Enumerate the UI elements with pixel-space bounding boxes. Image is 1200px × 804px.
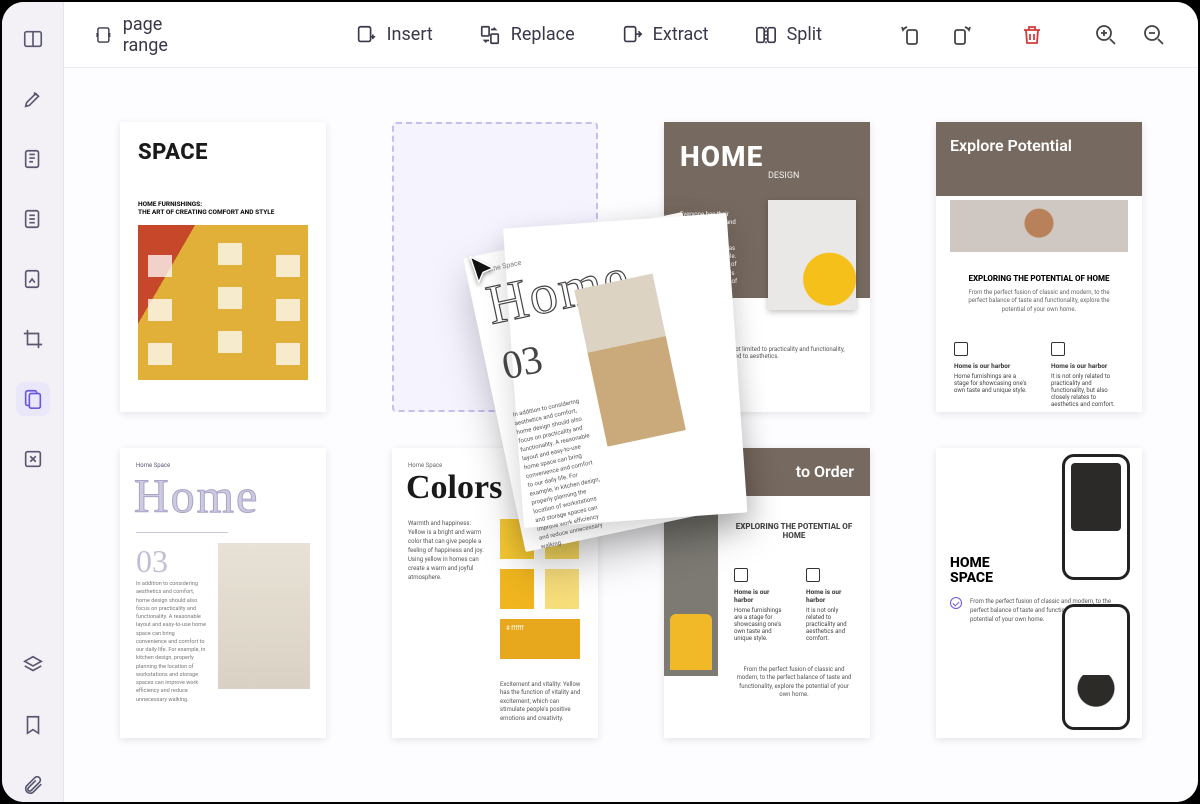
app-frame: page range Insert Replace Extract Split [2,2,1198,802]
rotate-group [898,21,1046,49]
sidebar-edit-icon[interactable] [16,142,50,176]
split-label: Split [787,24,822,45]
page-range-label: page range [123,14,199,56]
split-button[interactable]: Split [755,24,822,46]
p5-label: Home Space [120,448,326,469]
zoom-in-button[interactable] [1092,21,1120,49]
rotate-right-button[interactable] [946,21,974,49]
sidebar-highlight-icon[interactable] [16,82,50,116]
p8-phone-top [1062,454,1130,580]
insert-label: Insert [387,24,433,45]
home-icon [954,342,968,356]
p5-number: 03 [136,543,206,580]
sidebar-organize-icon[interactable] [16,382,50,416]
p6-footer: Excitement and vitality: Yellow has the … [392,663,598,723]
page-thumb-8[interactable]: HOME SPACE From the perfect fusion of cl… [936,448,1142,738]
toolbar: page range Insert Replace Extract Split [64,2,1198,68]
check-icon [950,597,962,609]
sidebar-outline-icon[interactable] [16,202,50,236]
delete-button[interactable] [1018,21,1046,49]
eye-icon [806,568,820,582]
insert-button[interactable]: Insert [355,24,433,46]
sidebar [2,2,64,802]
page-grid-canvas[interactable]: SPACE HOME FURNISHINGS: THE ART OF CREAT… [64,68,1198,802]
p5-big: Home [120,469,326,524]
drag-image [574,274,686,447]
extract-button[interactable]: Extract [621,24,709,46]
p4-para: From the perfect fusion of classic and m… [936,283,1142,314]
page-thumb-5[interactable]: Home Space Home 03 In addition to consid… [120,448,326,738]
zoom-out-button[interactable] [1140,21,1168,49]
p3-image [768,200,856,310]
sidebar-reader-icon[interactable] [16,22,50,56]
p5-image [218,543,310,689]
home-icon [734,568,748,582]
p4-heading: EXPLORING THE POTENTIAL OF HOME [936,274,1142,283]
replace-label: Replace [511,24,575,45]
sidebar-layers-icon[interactable] [16,648,50,682]
sidebar-convert-icon[interactable] [16,442,50,476]
p4-band: Explore Potential [936,122,1142,196]
sidebar-fill-icon[interactable] [16,262,50,296]
extract-label: Extract [653,24,709,45]
zoom-group [1092,21,1168,49]
rotate-left-button[interactable] [898,21,926,49]
page-range-button[interactable]: page range [94,14,199,56]
p7-footer: From the perfect fusion of classic and m… [734,642,854,700]
p7-heading: EXPLORING THE POTENTIAL OF HOME [734,522,854,540]
p1-image [138,225,308,380]
sidebar-bookmark-icon[interactable] [16,708,50,742]
p4-image [950,200,1128,252]
sidebar-attachment-icon[interactable] [16,768,50,802]
p5-text: In addition to considering aesthetics an… [136,580,206,704]
p8-phone-bottom [1062,604,1130,730]
p6-left-text: Warmth and happiness: Yellow is a bright… [408,519,486,659]
page-thumb-1[interactable]: SPACE HOME FURNISHINGS: THE ART OF CREAT… [120,122,326,412]
p4-columns: Home is our harborHome furnishings are a… [936,314,1142,408]
cursor-icon [466,254,500,288]
toolbar-center-group: Insert Replace Extract Split [355,24,822,46]
p1-subtitle: HOME FURNISHINGS: THE ART OF CREATING CO… [120,165,326,219]
drag-text: In addition to considering aesthetics an… [507,374,612,551]
eye-icon [1051,342,1065,356]
p1-title: SPACE [120,122,326,165]
page-thumb-4[interactable]: Explore Potential EXPLORING THE POTENTIA… [936,122,1142,412]
sidebar-crop-icon[interactable] [16,322,50,356]
replace-button[interactable]: Replace [479,24,575,46]
